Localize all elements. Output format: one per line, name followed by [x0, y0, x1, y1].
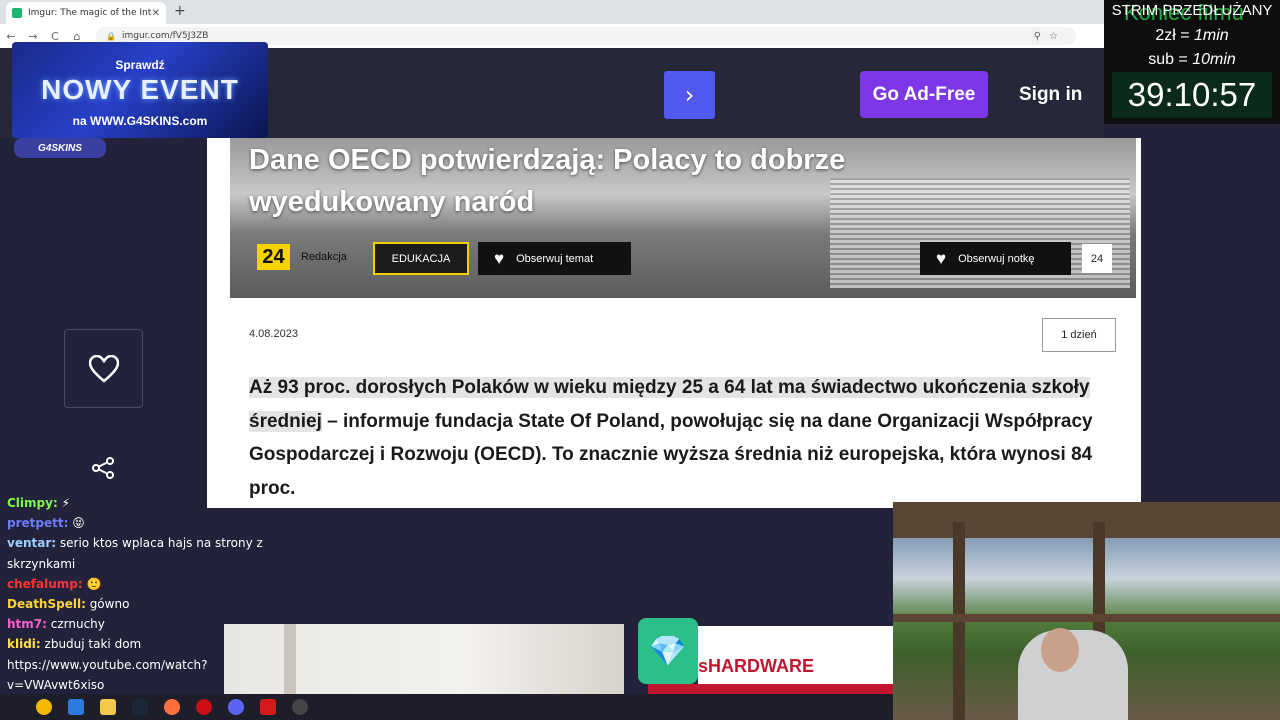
chat-username[interactable]: ventar: — [7, 536, 56, 550]
record-app-icon[interactable] — [260, 699, 276, 715]
follow-note-button: ♥ Obserwuj notkę — [920, 242, 1071, 275]
category-tag: EDUKACJA — [373, 242, 469, 275]
lock-icon: 🔒 — [106, 31, 116, 41]
reload-icon[interactable]: C — [44, 30, 66, 43]
comment-count: 24 — [1082, 244, 1112, 273]
chat-text: gówno — [85, 597, 130, 612]
firefox-icon[interactable] — [164, 699, 180, 715]
favorite-button[interactable] — [64, 329, 143, 408]
countdown-timer: 39:10:57 — [1112, 72, 1272, 118]
sponsor-line-1: Sprawdź — [115, 58, 165, 72]
sponsor-banner: Sprawdź NOWY EVENT na WWW.G4SKINS.com — [12, 42, 268, 138]
chat-text: czrnuchy — [46, 617, 105, 632]
overlay-title: STRIM PRZEDŁUŻANY — [1111, 2, 1273, 19]
stream-timer-overlay: Koniec filmu STRIM PRZEDŁUŻANY 2zł = 1mi… — [1104, 0, 1280, 124]
chat-message: Climpy: ⚡ — [7, 493, 287, 513]
url-text: imgur.com/fV5J3ZB — [121, 31, 209, 41]
thumbnail-detail — [284, 624, 296, 694]
browser-tab-bar: Imgur: The magic of the Internet ✕ + — [0, 0, 1104, 24]
hardware-promo-text: sHARDWARE — [698, 656, 815, 676]
share-icon[interactable] — [91, 456, 115, 484]
forward-arrow-icon[interactable]: → — [22, 30, 44, 43]
webcam-feed — [893, 502, 1280, 720]
cam-roof — [893, 502, 1280, 538]
stream-frame: Imgur: The magic of the Internet ✕ + ← →… — [0, 0, 1280, 720]
chat-username[interactable]: chefalump: — [7, 577, 83, 591]
new-tab-button[interactable]: + — [174, 3, 186, 19]
follow-topic-label: Obserwuj temat — [516, 252, 594, 265]
store-icon[interactable] — [68, 699, 84, 715]
chat-username[interactable]: DeathSpell: — [7, 597, 86, 611]
steam-icon[interactable] — [132, 699, 148, 715]
chat-text: 😝 — [68, 516, 85, 531]
follow-note-label: Obserwuj notkę — [958, 252, 1035, 265]
sign-in-link[interactable]: Sign in — [1019, 84, 1082, 106]
sub-rate: sub = 10min — [1148, 51, 1236, 68]
follow-topic-button: ♥ Obserwuj temat — [478, 242, 631, 275]
heart-outline-icon — [88, 354, 119, 383]
article-date: 4.08.2023 — [249, 328, 298, 340]
article-image: Dane OECD potwierdzają: Polacy to dobrze… — [207, 138, 1141, 508]
article-hero: Dane OECD potwierdzają: Polacy to dobrze… — [230, 138, 1136, 298]
chat-username[interactable]: pretpett: — [7, 516, 68, 530]
chat-text: ⚡ — [57, 496, 70, 510]
discord-icon[interactable] — [228, 699, 244, 715]
donation-rate: 2zł = 1min — [1155, 27, 1229, 44]
hardware-promo: sHARDWARE — [648, 626, 894, 694]
chat-username[interactable]: klidi: — [7, 637, 41, 651]
home-icon[interactable]: ⌂ — [66, 30, 88, 43]
heart-icon: ♥ — [494, 248, 505, 268]
opera-icon[interactable] — [196, 699, 212, 715]
next-post-button[interactable]: › — [664, 71, 715, 119]
sponsor-headline: NOWY EVENT — [41, 74, 239, 105]
gem-icon: 💎 — [638, 618, 698, 684]
tab-close-icon[interactable]: ✕ — [152, 8, 160, 19]
site-logo-badge: 24 — [257, 244, 290, 270]
streamer-head — [1041, 628, 1079, 672]
imgur-favicon-icon — [12, 8, 22, 18]
chat-message: DeathSpell: gówno — [7, 594, 287, 614]
chat-message: chefalump: 🙂 — [7, 574, 287, 594]
chat-message: ventar: serio ktos wplaca hajs na strony… — [7, 533, 287, 573]
article-headline: Dane OECD potwierdzają: Polacy to dobrze… — [249, 144, 846, 218]
video-thumbnail — [224, 624, 624, 694]
sponsor-logo: G4SKINS — [14, 138, 106, 158]
cam-rail — [893, 614, 1280, 622]
chat-text: 🙂 — [82, 576, 102, 591]
obs-icon[interactable] — [292, 699, 308, 715]
chat-message: pretpett: 😝 — [7, 513, 287, 533]
back-arrow-icon[interactable]: ← — [0, 30, 22, 43]
go-ad-free-button[interactable]: Go Ad-Free — [860, 71, 988, 118]
chat-username[interactable]: Climpy: — [7, 496, 58, 510]
lead-text: – informuje fundacja State Of Poland, po… — [249, 410, 1093, 499]
article-lead: Aż 93 proc. dorosłych Polaków w wieku mi… — [249, 371, 1119, 505]
tab-title: Imgur: The magic of the Internet — [28, 8, 152, 18]
address-bar-tools-icon[interactable]: ⚲☆ — [1034, 31, 1076, 42]
sponsor-url: na WWW.G4SKINS.com — [72, 114, 208, 128]
emoji-app-icon[interactable] — [36, 699, 52, 715]
folder-icon[interactable] — [100, 699, 116, 715]
hardware-promo-bar — [648, 684, 894, 694]
browser-tab[interactable]: Imgur: The magic of the Internet ✕ — [6, 2, 166, 24]
article-author: Redakcja — [301, 251, 347, 263]
taskbar — [0, 694, 893, 720]
chat-username[interactable]: htm7: — [7, 617, 47, 631]
article-age: 1 dzień — [1042, 318, 1116, 352]
heart-icon: ♥ — [936, 248, 947, 268]
